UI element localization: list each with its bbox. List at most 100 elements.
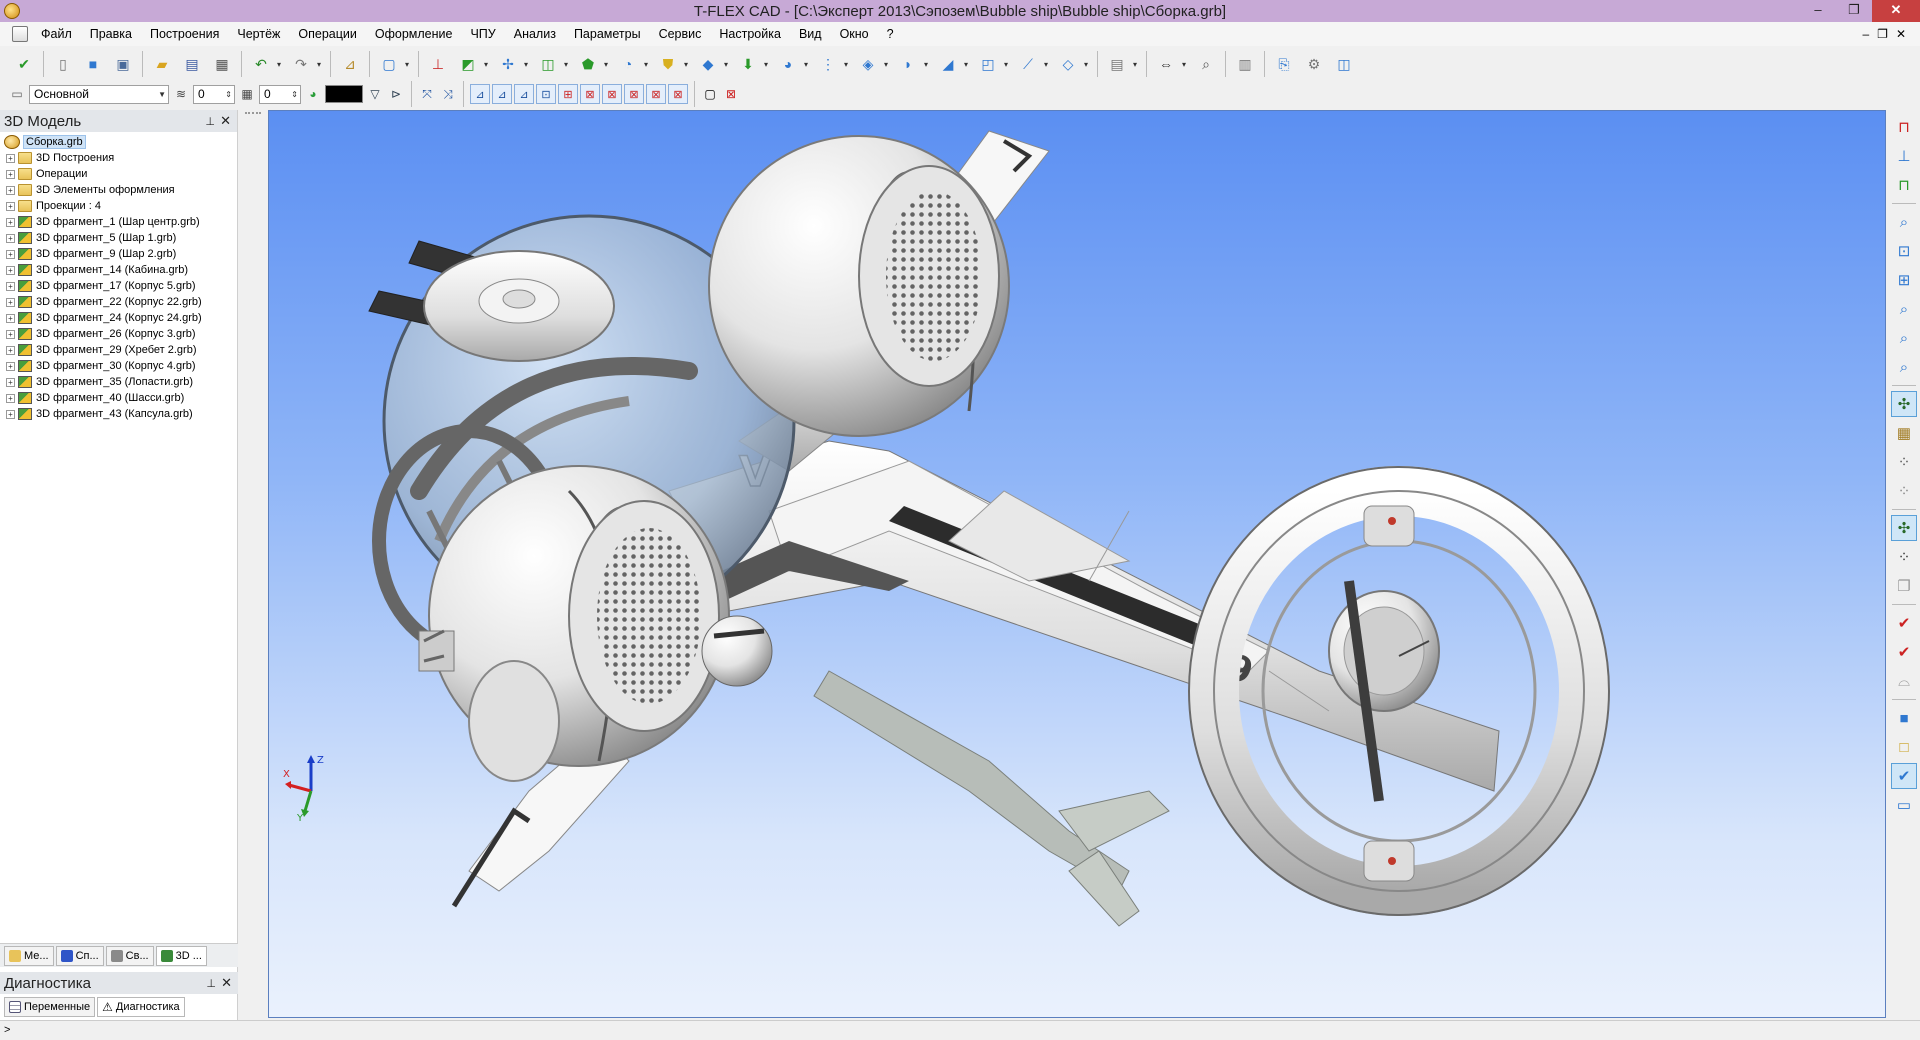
zoom-all-icon[interactable]: ⊡ (1891, 238, 1917, 264)
dropdown-arrow-icon[interactable]: ▾ (644, 60, 652, 69)
tree-item[interactable]: +3D фрагмент_43 (Капсула.grb) (2, 406, 237, 422)
color-palette-icon[interactable]: ◕ (304, 85, 322, 103)
expand-icon[interactable]: + (6, 361, 15, 371)
tree-item[interactable]: +3D фрагмент_22 (Корпус 22.grb) (2, 294, 237, 310)
undo-icon[interactable]: ↶ (247, 50, 275, 78)
dropdown-arrow-icon[interactable]: ▾ (564, 60, 572, 69)
dropdown-arrow-icon[interactable]: ▾ (884, 60, 892, 69)
document-icon[interactable] (12, 26, 28, 42)
expand-icon[interactable]: + (6, 169, 15, 179)
sweep-icon[interactable]: ◕ (774, 50, 802, 78)
select-alt-icon[interactable]: ⤨ (439, 85, 457, 103)
boolean-icon[interactable]: ◈ (854, 50, 882, 78)
splitter[interactable] (239, 110, 267, 1020)
dropdown-arrow-icon[interactable]: ▾ (804, 60, 812, 69)
tree-item[interactable]: +3D Элементы оформления (2, 182, 237, 198)
snap-filter-icon[interactable]: ⊿ (492, 84, 512, 104)
dropdown-arrow-icon[interactable]: ▾ (1004, 60, 1012, 69)
axis-icon[interactable]: ⊥ (424, 50, 452, 78)
panel-tab[interactable]: Сп... (55, 945, 104, 966)
dropdown-arrow-icon[interactable]: ▾ (764, 60, 772, 69)
box-icon[interactable]: ▢ (375, 50, 403, 78)
restore-button[interactable]: ❐ (1836, 0, 1872, 22)
zoom-in-icon[interactable]: ⌕ (1891, 296, 1917, 322)
mdi-minimize-button[interactable]: ‒ (1862, 27, 1869, 41)
dropdown-arrow-icon[interactable]: ▾ (277, 60, 285, 69)
expand-icon[interactable]: + (6, 329, 15, 339)
dropdown-arrow-icon[interactable]: ▾ (1182, 60, 1190, 69)
arrow-down-icon[interactable]: ⬇ (734, 50, 762, 78)
menu-item[interactable]: Анализ (505, 22, 565, 46)
extrude-icon[interactable]: ⬟ (574, 50, 602, 78)
tree-item[interactable]: +3D Построения (2, 150, 237, 166)
dropdown-arrow-icon[interactable]: ▾ (684, 60, 692, 69)
expand-icon[interactable]: + (6, 377, 15, 387)
dropdown-arrow-icon[interactable]: ▾ (844, 60, 852, 69)
level-input[interactable]: 0 ⇕ (193, 84, 235, 104)
gear-icon[interactable]: ⚙ (1300, 50, 1328, 78)
snap-filter-icon[interactable]: ⊠ (602, 84, 622, 104)
zoom-fit-icon[interactable]: ⊞ (1891, 267, 1917, 293)
pipe-icon[interactable]: ⟋ (1014, 50, 1042, 78)
tree-item[interactable]: +3D фрагмент_14 (Кабина.grb) (2, 262, 237, 278)
3d-viewport[interactable]: V C9 (268, 110, 1886, 1018)
dropdown-arrow-icon[interactable]: ▾ (924, 60, 932, 69)
pin-icon[interactable]: ⊥ (206, 977, 216, 990)
mdi-close-button[interactable]: ✕ (1896, 27, 1906, 41)
cube-blue-icon[interactable]: ■ (79, 50, 107, 78)
save-icon[interactable]: ▤ (178, 50, 206, 78)
tree-item[interactable]: +3D фрагмент_17 (Корпус 5.grb) (2, 278, 237, 294)
menu-item[interactable]: Сервис (650, 22, 711, 46)
menu-item[interactable]: Оформление (366, 22, 462, 46)
scale-5-icon[interactable]: ⇔ (1152, 50, 1180, 78)
expand-icon[interactable]: + (6, 265, 15, 275)
dropdown-arrow-icon[interactable]: ▾ (1044, 60, 1052, 69)
menu-item[interactable]: Файл (32, 22, 81, 46)
rotate-icon[interactable]: ◔ (614, 50, 642, 78)
zoom-icon[interactable]: ⌕ (1192, 50, 1220, 78)
expand-icon[interactable]: + (6, 409, 15, 419)
fillet-icon[interactable]: ◗ (894, 50, 922, 78)
snap-icon[interactable]: ✣ (1891, 391, 1917, 417)
magnet-icon[interactable]: ⊓ (1891, 114, 1917, 140)
frame-alt-icon[interactable]: ▭ (1891, 792, 1917, 818)
tree-item[interactable]: + Операции (2, 166, 237, 182)
plane-icon[interactable]: ◫ (534, 50, 562, 78)
cube-wire-icon[interactable]: □ (1891, 734, 1917, 760)
tree-item[interactable]: +3D фрагмент_5 (Шар 1.grb) (2, 230, 237, 246)
tree-item[interactable]: +3D фрагмент_35 (Лопасти.grb) (2, 374, 237, 390)
expand-icon[interactable]: + (6, 153, 15, 163)
expand-icon[interactable]: + (6, 281, 15, 291)
dropdown-arrow-icon[interactable]: ▾ (1084, 60, 1092, 69)
dropdown-arrow-icon[interactable]: ▾ (964, 60, 972, 69)
frame-icon[interactable]: ◫ (1330, 50, 1358, 78)
tab-diagnostics[interactable]: ⚠ Диагностика (97, 997, 185, 1017)
tree-item[interactable]: +3D фрагмент_9 (Шар 2.grb) (2, 246, 237, 262)
menu-item[interactable]: Операции (289, 22, 365, 46)
zoom-window-icon[interactable]: ⌕ (1891, 209, 1917, 235)
cluster-icon[interactable]: ⁘ (1891, 544, 1917, 570)
check-red-icon[interactable]: ✔ (1891, 610, 1917, 636)
magnet-alt-icon[interactable]: ⊓ (1891, 172, 1917, 198)
filter-red-icon[interactable]: ⊠ (722, 85, 740, 103)
panel-tab[interactable]: 3D ... (155, 945, 207, 966)
snap-filter-icon[interactable]: ⊠ (624, 84, 644, 104)
expand-icon[interactable]: + (6, 233, 15, 243)
expand-icon[interactable]: + (6, 217, 15, 227)
paperclip-icon[interactable]: ⎘ (1270, 50, 1298, 78)
print-icon[interactable]: ▦ (208, 50, 236, 78)
cube-shade-icon[interactable]: ■ (1891, 705, 1917, 731)
close-icon[interactable]: ✕ (220, 113, 231, 129)
expand-icon[interactable]: + (6, 201, 15, 211)
menu-item[interactable]: Настройка (710, 22, 790, 46)
minimize-button[interactable]: ‒ (1800, 0, 1836, 22)
tree-root[interactable]: Сборка.grb (2, 134, 237, 150)
check-red-alt-icon[interactable]: ✔ (1891, 639, 1917, 665)
color-swatch[interactable] (325, 85, 363, 103)
grid-icon[interactable]: ▦ (1891, 420, 1917, 446)
snap-filter-icon[interactable]: ⊠ (668, 84, 688, 104)
menu-item[interactable]: Вид (790, 22, 831, 46)
view-icon[interactable]: ▤ (1103, 50, 1131, 78)
copy-icon[interactable]: ❐ (1891, 573, 1917, 599)
array-icon[interactable]: ⋮ (814, 50, 842, 78)
